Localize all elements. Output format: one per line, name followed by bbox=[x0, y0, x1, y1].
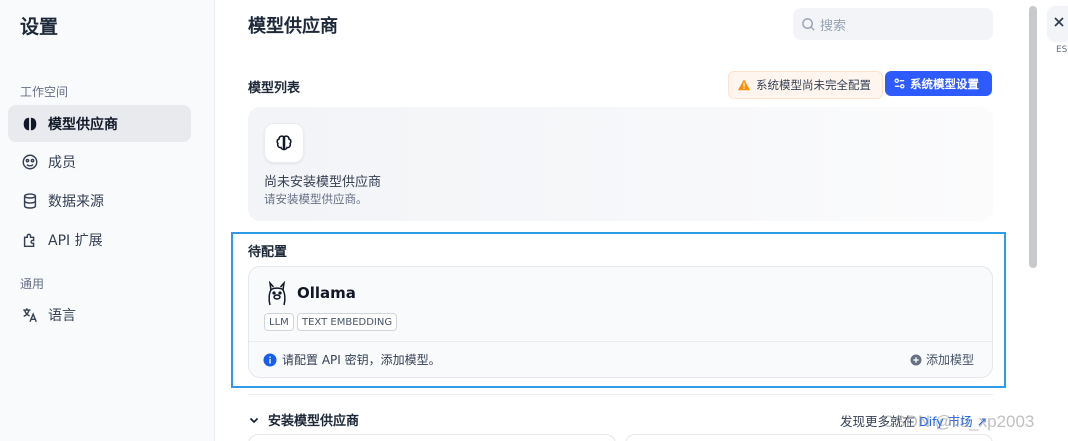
system-model-warning: 系统模型尚未完全配置 bbox=[728, 71, 883, 99]
ollama-logo-icon bbox=[268, 281, 286, 306]
settings-sidebar: 设置 工作空间 模型供应商 成员 数据来源 API 扩展 通用 语言 bbox=[0, 0, 215, 441]
provider-info: 请配置 API 密钥，添加模型。 bbox=[263, 351, 441, 368]
empty-provider-card: 尚未安装模型供应商 请安装模型供应商。 bbox=[248, 107, 993, 221]
card-divider bbox=[249, 341, 992, 342]
warning-text: 系统模型尚未完全配置 bbox=[756, 78, 871, 92]
sidebar-item-members[interactable]: 成员 bbox=[8, 143, 191, 180]
watermark: CSDN @liu_xp2003 bbox=[882, 412, 1035, 431]
empty-title: 尚未安装模型供应商 bbox=[264, 175, 382, 190]
settings-sliders-icon bbox=[894, 78, 905, 89]
search-icon bbox=[802, 17, 815, 31]
tag-text-embedding: TEXT EMBEDDING bbox=[297, 313, 398, 331]
pending-label: 待配置 bbox=[248, 245, 288, 260]
members-icon bbox=[20, 152, 40, 172]
puzzle-icon bbox=[20, 230, 40, 250]
sidebar-item-label: API 扩展 bbox=[48, 232, 103, 249]
model-list-label: 模型列表 bbox=[248, 81, 301, 96]
sidebar-group-general: 通用 bbox=[20, 277, 45, 291]
install-provider-card[interactable] bbox=[625, 434, 993, 441]
system-model-settings-label: 系统模型设置 bbox=[910, 76, 979, 91]
chevron-down-icon bbox=[249, 417, 259, 423]
esc-label: ESC bbox=[1056, 45, 1068, 55]
install-provider-card[interactable] bbox=[248, 434, 616, 441]
empty-description: 请安装模型供应商。 bbox=[264, 192, 368, 206]
brain-icon bbox=[20, 114, 40, 134]
close-icon bbox=[1054, 17, 1064, 27]
sidebar-item-data-source[interactable]: 数据来源 bbox=[8, 182, 191, 219]
sidebar-item-label: 模型供应商 bbox=[48, 116, 118, 133]
brain-icon bbox=[264, 123, 304, 163]
tag-llm: LLM bbox=[264, 313, 294, 331]
sidebar-item-model-provider[interactable]: 模型供应商 bbox=[8, 105, 191, 142]
sidebar-item-language[interactable]: 语言 bbox=[8, 296, 191, 333]
main-content: 模型供应商 搜索 模型列表 系统模型尚未完全配置 系统模型设置 尚未安装模型供应… bbox=[216, 0, 1028, 441]
sidebar-item-label: 语言 bbox=[48, 307, 76, 324]
search-input[interactable]: 搜索 bbox=[793, 8, 993, 40]
install-provider-label: 安装模型供应商 bbox=[268, 414, 360, 429]
provider-info-text: 请配置 API 密钥，添加模型。 bbox=[282, 353, 441, 367]
add-model-label: 添加模型 bbox=[925, 353, 974, 367]
add-model-button[interactable]: 添加模型 bbox=[910, 351, 974, 368]
provider-name: Ollama bbox=[297, 284, 356, 302]
translate-icon bbox=[20, 305, 40, 325]
sidebar-group-workspace: 工作空间 bbox=[20, 85, 69, 99]
section-divider bbox=[248, 394, 993, 395]
page-title: 模型供应商 bbox=[248, 16, 338, 37]
close-button[interactable] bbox=[1047, 6, 1068, 42]
install-provider-toggle[interactable]: 安装模型供应商 bbox=[248, 410, 359, 429]
add-circle-icon bbox=[910, 354, 922, 365]
sidebar-item-label: 数据来源 bbox=[48, 193, 104, 210]
sidebar-title: 设置 bbox=[20, 16, 59, 38]
info-icon bbox=[263, 353, 277, 366]
scrollbar-thumb[interactable] bbox=[1029, 6, 1037, 268]
warning-icon bbox=[737, 79, 751, 91]
sidebar-item-label: 成员 bbox=[48, 154, 76, 171]
database-icon bbox=[20, 191, 40, 211]
provider-card-ollama: Ollama LLM TEXT EMBEDDING 请配置 API 密钥，添加模… bbox=[248, 266, 993, 378]
search-placeholder: 搜索 bbox=[820, 18, 847, 34]
system-model-settings-button[interactable]: 系统模型设置 bbox=[885, 71, 992, 96]
sidebar-item-api-extension[interactable]: API 扩展 bbox=[8, 221, 191, 258]
